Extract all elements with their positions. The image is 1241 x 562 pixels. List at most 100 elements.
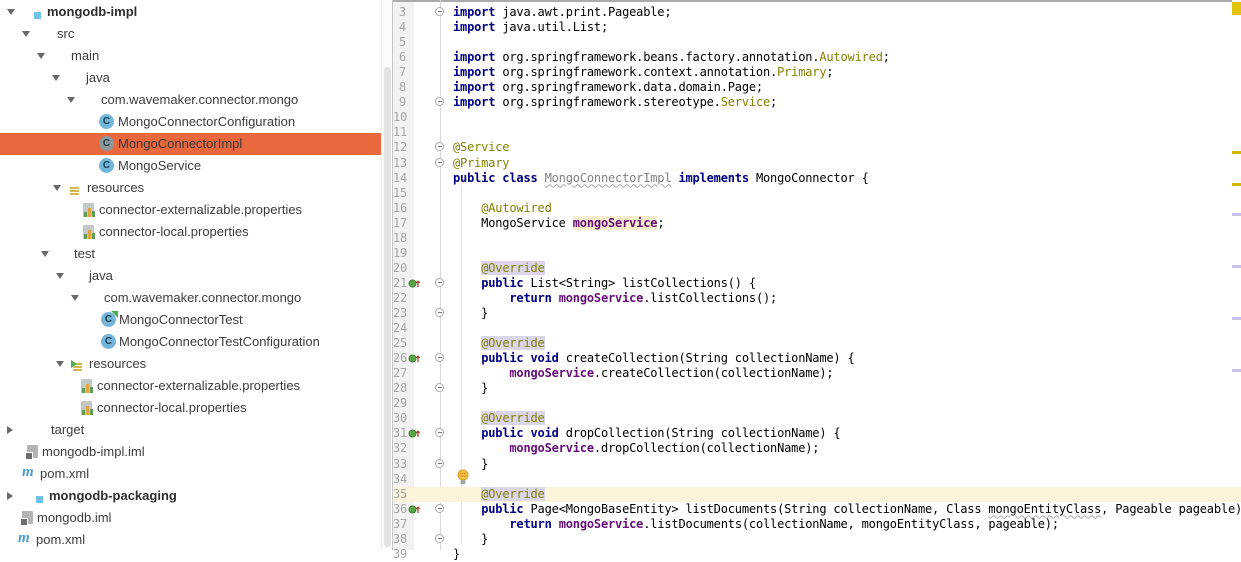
code-line-8[interactable]: 8import org.springframework.data.domain.… — [393, 80, 1241, 95]
fold-start-handle[interactable] — [435, 504, 444, 513]
code-line-22[interactable]: 22 return mongoService.listCollections()… — [393, 291, 1241, 306]
overrides-method-gutter-icon[interactable] — [408, 504, 421, 518]
tree-item-mongodb-impl[interactable]: mongodb-impl — [0, 1, 392, 23]
stripe-mark[interactable] — [1232, 317, 1241, 320]
tree-item-src[interactable]: src — [0, 23, 392, 45]
tree-item-main[interactable]: main — [0, 45, 392, 67]
code-line-32[interactable]: 32 mongoService.dropCollection(collectio… — [393, 441, 1241, 456]
fold-start-handle[interactable] — [435, 428, 444, 437]
expand-arrow-down[interactable] — [37, 53, 45, 59]
tree-item-pom-xml[interactable]: mpom.xml — [0, 529, 392, 551]
code-line-7[interactable]: 7import org.springframework.context.anno… — [393, 65, 1241, 80]
code-line-37[interactable]: 37 return mongoService.listDocuments(col… — [393, 517, 1241, 532]
code-line-21[interactable]: 21 public List<String> listCollections()… — [393, 276, 1241, 291]
tree-item-mongodb-impl-iml[interactable]: mongodb-impl.iml — [0, 441, 392, 463]
fold-end-handle[interactable] — [435, 158, 444, 167]
code-line-27[interactable]: 27 mongoService.createCollection(collect… — [393, 366, 1241, 381]
stripe-mark[interactable] — [1232, 213, 1241, 216]
code-line-5[interactable]: 5 — [393, 35, 1241, 50]
code-line-14[interactable]: 14public class MongoConnectorImpl implem… — [393, 171, 1241, 186]
tree-scrollbar-thumb[interactable] — [384, 67, 391, 547]
code-line-23[interactable]: 23 } — [393, 306, 1241, 321]
tree-item-mongoservice[interactable]: CMongoService — [0, 155, 392, 177]
fold-start-handle[interactable] — [435, 7, 444, 16]
code-line-4[interactable]: 4import java.util.List; — [393, 20, 1241, 35]
code-line-30[interactable]: 30 @Override — [393, 411, 1241, 426]
expand-arrow-down[interactable] — [56, 273, 64, 279]
code-line-20[interactable]: 20 @Override — [393, 261, 1241, 276]
expand-arrow-down[interactable] — [71, 295, 79, 301]
tree-item-connector-local-properties[interactable]: connector-local.properties — [0, 397, 392, 419]
expand-arrow-down[interactable] — [7, 9, 15, 15]
tree-item-connector-local-properties[interactable]: connector-local.properties — [0, 221, 392, 243]
stripe-mark[interactable] — [1232, 369, 1241, 372]
code-line-35[interactable]: 35 @Override — [393, 487, 1241, 502]
expand-arrow-down[interactable] — [53, 185, 61, 191]
fold-start-handle[interactable] — [435, 353, 444, 362]
code-line-19[interactable]: 19 — [393, 246, 1241, 261]
overrides-method-gutter-icon[interactable] — [408, 353, 421, 367]
tree-item-connector-externalizable-properties[interactable]: connector-externalizable.properties — [0, 199, 392, 221]
code-line-24[interactable]: 24 — [393, 321, 1241, 336]
code-line-16[interactable]: 16 @Autowired — [393, 201, 1241, 216]
expand-arrow-down[interactable] — [52, 75, 60, 81]
code-line-18[interactable]: 18 — [393, 231, 1241, 246]
code-line-31[interactable]: 31 public void dropCollection(String col… — [393, 426, 1241, 441]
code-line-34[interactable]: 34 — [393, 472, 1241, 487]
tree-item-java[interactable]: java — [0, 67, 392, 89]
code-line-39[interactable]: 39} — [393, 547, 1241, 562]
fold-end-handle[interactable] — [435, 534, 444, 543]
code-line-10[interactable]: 10 — [393, 110, 1241, 125]
stripe-mark[interactable] — [1232, 183, 1241, 186]
tree-item-target[interactable]: target — [0, 419, 392, 441]
fold-end-handle[interactable] — [435, 308, 444, 317]
code-line-36[interactable]: 36 public Page<MongoBaseEntity> listDocu… — [393, 502, 1241, 517]
stripe-mark[interactable] — [1232, 151, 1241, 154]
intention-bulb-icon[interactable] — [457, 469, 469, 488]
tree-item-resources[interactable]: resources — [0, 353, 392, 375]
tree-item-resources[interactable]: resources — [0, 177, 392, 199]
fold-end-handle[interactable] — [435, 383, 444, 392]
tree-item-pom-xml[interactable]: mpom.xml — [0, 463, 392, 485]
expand-arrow-right[interactable] — [7, 492, 13, 500]
code-line-28[interactable]: 28 } — [393, 381, 1241, 396]
code-line-12[interactable]: 12@Service — [393, 140, 1241, 155]
expand-arrow-down[interactable] — [22, 31, 30, 37]
code-line-38[interactable]: 38 } — [393, 532, 1241, 547]
tree-item-mongodb-packaging[interactable]: mongodb-packaging — [0, 485, 392, 507]
code-line-6[interactable]: 6import org.springframework.beans.factor… — [393, 50, 1241, 65]
code-line-9[interactable]: 9import org.springframework.stereotype.S… — [393, 95, 1241, 110]
overrides-method-gutter-icon[interactable] — [408, 428, 421, 442]
expand-arrow-down[interactable] — [41, 251, 49, 257]
overrides-method-gutter-icon[interactable] — [408, 278, 421, 292]
fold-start-handle[interactable] — [435, 278, 444, 287]
code-line-29[interactable]: 29 — [393, 396, 1241, 411]
stripe-warnings-indicator[interactable] — [1232, 2, 1241, 15]
tree-item-connector-externalizable-properties[interactable]: connector-externalizable.properties — [0, 375, 392, 397]
tree-item-com-wavemaker-connector-mongo[interactable]: com.wavemaker.connector.mongo — [0, 287, 392, 309]
code-line-11[interactable]: 11 — [393, 125, 1241, 140]
tree-item-java[interactable]: java — [0, 265, 392, 287]
code-line-17[interactable]: 17 MongoService mongoService; — [393, 216, 1241, 231]
tree-item-mongoconnectorimpl[interactable]: CMongoConnectorImpl — [0, 133, 381, 155]
fold-end-handle[interactable] — [435, 459, 444, 468]
tree-item-test[interactable]: test — [0, 243, 392, 265]
code-line-15[interactable]: 15 — [393, 186, 1241, 201]
code-editor[interactable]: 3import java.awt.print.Pageable;4import … — [393, 0, 1241, 550]
expand-arrow-down[interactable] — [56, 361, 64, 367]
expand-arrow-right[interactable] — [7, 426, 13, 434]
code-line-26[interactable]: 26 public void createCollection(String c… — [393, 351, 1241, 366]
tree-item-mongoconnectortest[interactable]: CMongoConnectorTest — [0, 309, 392, 331]
tree-item-mongodb-iml[interactable]: mongodb.iml — [0, 507, 392, 529]
fold-end-handle[interactable] — [435, 97, 444, 106]
code-line-3[interactable]: 3import java.awt.print.Pageable; — [393, 5, 1241, 20]
code-line-25[interactable]: 25 @Override — [393, 336, 1241, 351]
fold-start-handle[interactable] — [435, 142, 444, 151]
code-line-13[interactable]: 13@Primary — [393, 156, 1241, 171]
tree-item-com-wavemaker-connector-mongo[interactable]: com.wavemaker.connector.mongo — [0, 89, 392, 111]
tree-item-mongoconnectortestconfiguration[interactable]: CMongoConnectorTestConfiguration — [0, 331, 392, 353]
tree-item-mongoconnectorconfiguration[interactable]: CMongoConnectorConfiguration — [0, 111, 392, 133]
code-line-33[interactable]: 33 } — [393, 457, 1241, 472]
stripe-mark[interactable] — [1232, 265, 1241, 268]
expand-arrow-down[interactable] — [67, 97, 75, 103]
